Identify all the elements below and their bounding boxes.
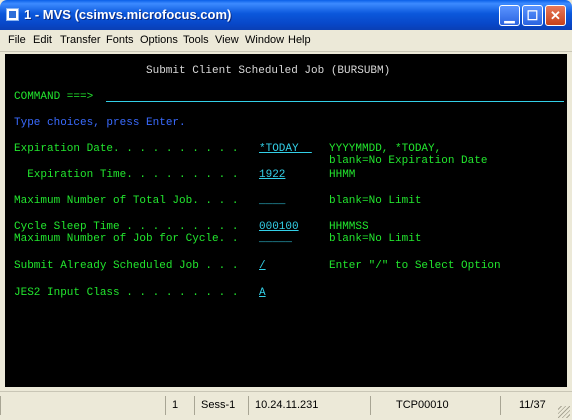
minimize-icon: ▁ bbox=[504, 8, 515, 23]
resize-grip-icon[interactable] bbox=[558, 406, 570, 418]
menu-options[interactable]: Options bbox=[140, 34, 178, 46]
menu-help[interactable]: Help bbox=[288, 34, 311, 46]
max-total-job-hint: blank=No Limit bbox=[329, 195, 422, 207]
window-title: 1 - MVS (csimvs.microfocus.com) bbox=[24, 7, 232, 22]
screen-heading: Submit Client Scheduled Job (BURSUBM) bbox=[146, 65, 391, 77]
expiration-time-label: Expiration Time. . . . . . . . . bbox=[14, 169, 239, 181]
expiration-time-hint: HHMM bbox=[329, 169, 356, 181]
expiration-time-input[interactable]: 1922 bbox=[259, 169, 285, 182]
menu-transfer[interactable]: Transfer bbox=[60, 34, 101, 46]
menu-file[interactable]: File bbox=[8, 34, 26, 46]
title-bar[interactable]: 1 - MVS (csimvs.microfocus.com) ▁ ☐ ✕ bbox=[0, 0, 572, 30]
menu-tools[interactable]: Tools bbox=[183, 34, 209, 46]
expiration-date-input[interactable]: *TODAY bbox=[259, 143, 312, 156]
status-bar: 1 Sess-1 10.24.11.231 TCP00010 11/37 bbox=[0, 391, 572, 420]
menu-window[interactable]: Window bbox=[245, 34, 284, 46]
cursor-position: 11/37 bbox=[500, 396, 556, 415]
status-cell-empty bbox=[0, 396, 165, 415]
emulator-window: 1 - MVS (csimvs.microfocus.com) ▁ ☐ ✕ Fi… bbox=[0, 0, 572, 420]
minimize-button[interactable]: ▁ bbox=[499, 5, 520, 26]
menu-fonts[interactable]: Fonts bbox=[106, 34, 134, 46]
jes2-input-class-input[interactable]: A bbox=[259, 287, 266, 300]
command-input-underline bbox=[106, 101, 564, 102]
terminal-screen[interactable]: Submit Client Scheduled Job (BURSUBM) CO… bbox=[5, 54, 567, 387]
max-job-per-cycle-label: Maximum Number of Job for Cycle. . bbox=[14, 233, 239, 245]
submit-scheduled-input[interactable]: / bbox=[259, 260, 266, 273]
menu-bar: File Edit Transfer Fonts Options Tools V… bbox=[0, 30, 572, 52]
session-name: Sess-1 bbox=[194, 396, 248, 415]
submit-scheduled-hint: Enter "/" to Select Option bbox=[329, 260, 501, 272]
expiration-date-label: Expiration Date. . . . . . . . . . bbox=[14, 143, 239, 155]
host-ip: 10.24.11.231 bbox=[248, 396, 370, 415]
close-button[interactable]: ✕ bbox=[545, 5, 566, 26]
submit-scheduled-label: Submit Already Scheduled Job . . . bbox=[14, 260, 239, 272]
max-total-job-label: Maximum Number of Total Job. . . . bbox=[14, 195, 239, 207]
session-number: 1 bbox=[165, 396, 194, 415]
jes2-input-class-label: JES2 Input Class . . . . . . . . . bbox=[14, 287, 239, 299]
terminal-id: TCP00010 bbox=[370, 396, 500, 415]
menu-edit[interactable]: Edit bbox=[33, 34, 52, 46]
max-total-job-input[interactable]: ____ bbox=[259, 195, 285, 208]
menu-view[interactable]: View bbox=[215, 34, 239, 46]
close-icon: ✕ bbox=[550, 8, 561, 23]
maximize-icon: ☐ bbox=[526, 8, 539, 23]
max-job-per-cycle-hint: blank=No Limit bbox=[329, 233, 422, 245]
terminal-app-icon[interactable] bbox=[6, 8, 19, 21]
instruction-text: Type choices, press Enter. bbox=[14, 117, 186, 129]
maximize-button[interactable]: ☐ bbox=[522, 5, 543, 26]
expiration-date-hint-2: blank=No Expiration Date bbox=[329, 155, 488, 167]
max-job-per-cycle-input[interactable]: _____ bbox=[259, 233, 292, 246]
command-label: COMMAND ===> bbox=[14, 91, 94, 103]
